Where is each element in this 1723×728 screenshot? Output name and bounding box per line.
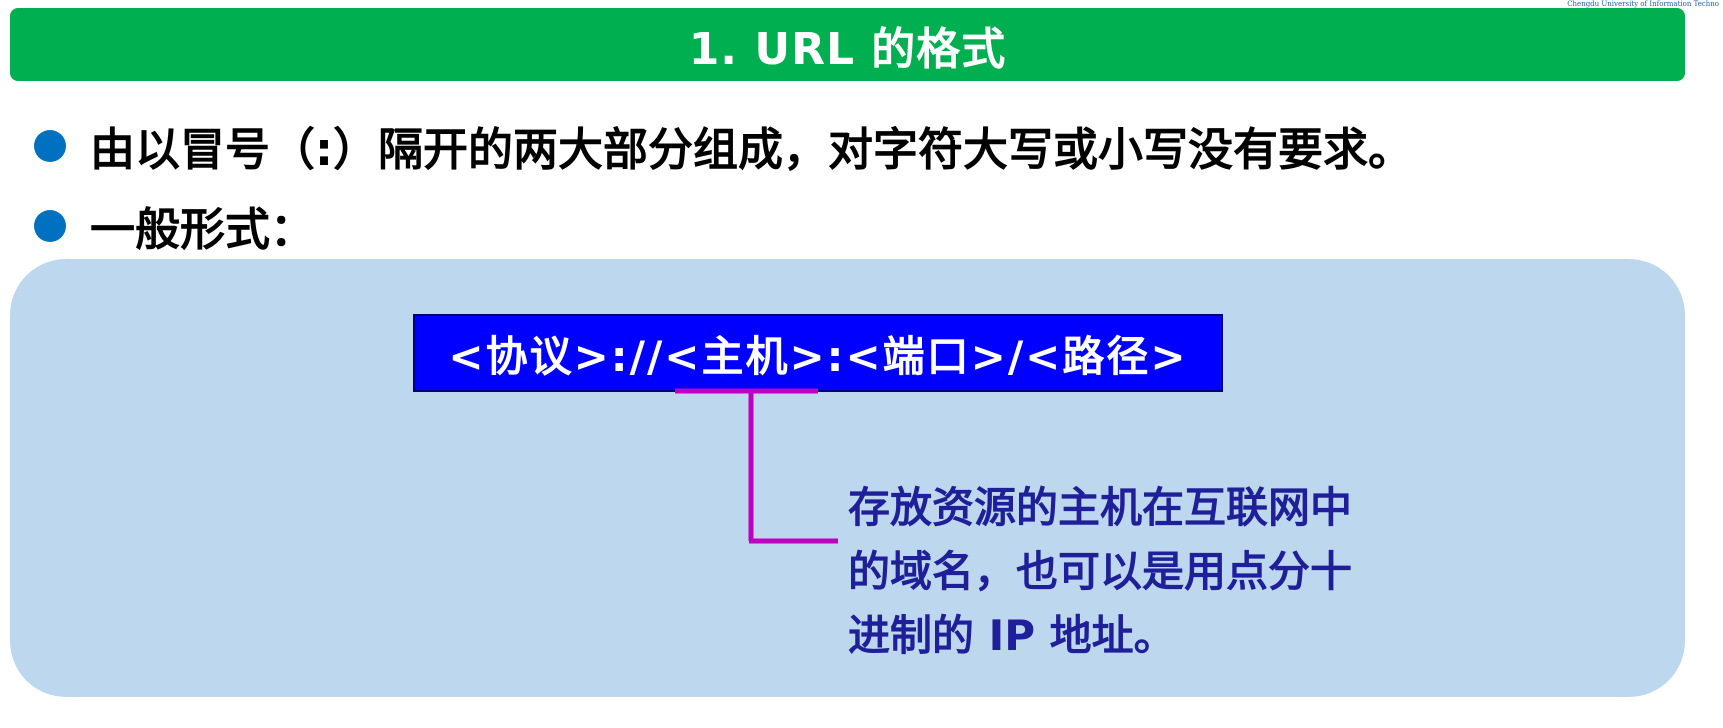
host-description-note: 存放资源的主机在互联网中 的域名，也可以是用点分十 进制的 IP 地址。 [848,483,1353,660]
